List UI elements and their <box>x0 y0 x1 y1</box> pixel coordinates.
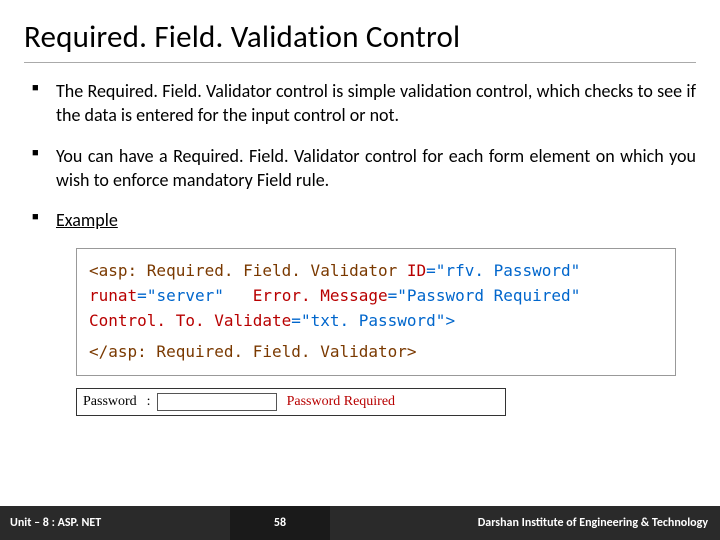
footer-page-number: 58 <box>230 506 330 540</box>
error-message: Password Required <box>287 394 396 410</box>
footer-institute: Darshan Institute of Engineering & Techn… <box>330 506 720 540</box>
title-divider <box>24 62 696 63</box>
bullet-item: Example <box>56 208 696 232</box>
label-colon: : <box>147 394 151 410</box>
password-label: Password <box>83 394 137 410</box>
code-attr: ID <box>407 261 426 280</box>
code-eq: = <box>291 311 301 330</box>
code-tag-close-bracket: > <box>445 311 455 330</box>
slide: Required. Field. Validation Control The … <box>0 0 720 540</box>
code-val: "Password Required" <box>397 286 580 305</box>
code-eq: = <box>137 286 147 305</box>
password-input[interactable] <box>157 393 277 411</box>
code-line: </asp: Required. Field. Validator> <box>89 340 663 365</box>
bullet-list: The Required. Field. Validator control i… <box>24 79 696 232</box>
code-tag-close: </asp: Required. Field. Validator> <box>89 342 417 361</box>
code-tag-open: <asp: Required. Field. Validator <box>89 261 397 280</box>
code-val: "rfv. Password" <box>436 261 581 280</box>
code-eq: = <box>388 286 398 305</box>
footer-unit: Unit – 8 : ASP. NET <box>0 506 230 540</box>
code-val: "txt. Password" <box>301 311 446 330</box>
code-block: <asp: Required. Field. Validator ID="rfv… <box>76 248 676 375</box>
footer: Unit – 8 : ASP. NET 58 Darshan Institute… <box>0 506 720 540</box>
code-attr: Control. To. Validate <box>89 311 291 330</box>
code-eq: = <box>426 261 436 280</box>
code-attr: runat <box>89 286 137 305</box>
bullet-item: You can have a Required. Field. Validato… <box>56 144 696 193</box>
page-title: Required. Field. Validation Control <box>24 18 696 56</box>
code-val: "server" <box>147 286 224 305</box>
example-label: Example <box>56 209 118 231</box>
code-line: <asp: Required. Field. Validator ID="rfv… <box>89 259 663 333</box>
demo-form: Password : Password Required <box>76 388 506 416</box>
bullet-item: The Required. Field. Validator control i… <box>56 79 696 128</box>
code-attr: Error. Message <box>253 286 388 305</box>
